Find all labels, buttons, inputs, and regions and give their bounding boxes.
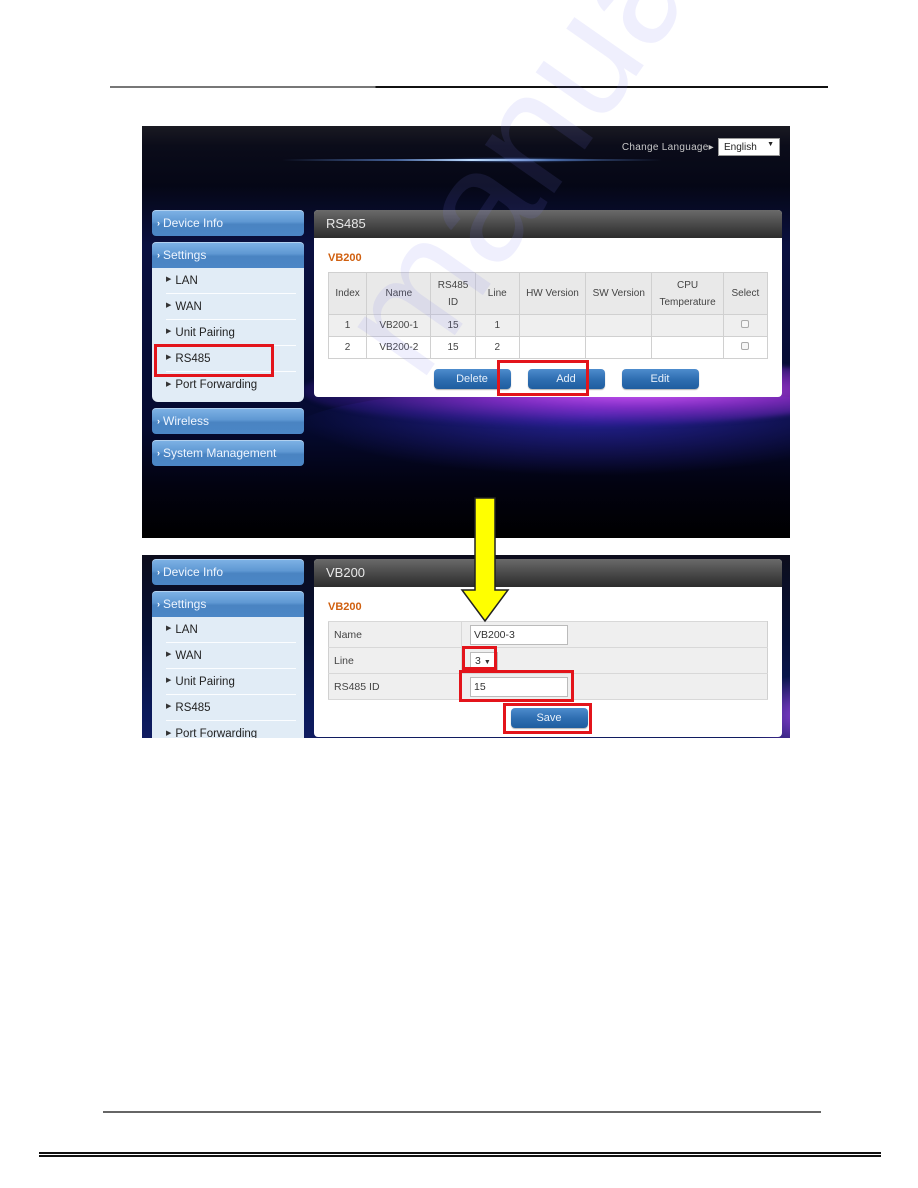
name-input[interactable]: VB200-3 — [470, 624, 568, 645]
form-row-rs485-id: RS485 ID 15 — [328, 673, 768, 700]
add-button[interactable]: Add — [527, 369, 605, 389]
triangle-right-icon: ▶ — [166, 625, 172, 632]
vb200-form: Name VB200-3 Line 3 ▼ RS485 ID 15 — [328, 621, 768, 700]
table-row[interactable]: 2 VB200-2 15 2 — [327, 336, 769, 359]
sidebar-item-settings[interactable]: › Settings — [152, 591, 304, 617]
submenu-item-wan[interactable]: ▶ WAN — [166, 643, 296, 669]
settings-submenu: ▶ LAN ▶ WAN ▶ Unit Pairing ▶ RS485 ▶ Port For… — [152, 268, 304, 402]
column-header: Name — [366, 272, 432, 315]
triangle-right-icon: ▶ — [166, 354, 172, 361]
submenu-item-lan[interactable]: ▶ LAN — [166, 617, 296, 643]
submenu-item-lan[interactable]: ▶ LAN — [166, 268, 296, 294]
triangle-right-icon: ▶ — [166, 677, 172, 684]
triangle-right-icon: ▶ — [166, 328, 172, 335]
select-checkbox[interactable] — [741, 320, 750, 328]
vb200-panel: VB200 VB200 Name VB200-3 Line 3 ▼ RS485 I… — [314, 559, 782, 737]
panel-title: VB200 — [314, 559, 782, 587]
page-footer-rule — [103, 1111, 821, 1113]
sidebar: › Device Info › Settings ▶ LAN ▶ WAN ▶ Unit P… — [152, 559, 304, 738]
rs485-list-screenshot: Change Language▸ English ▼ › Device Info ›… — [142, 126, 790, 538]
cell-line: 2 — [474, 336, 520, 359]
panel-title: RS485 — [314, 210, 782, 238]
chevron-right-icon: › — [157, 416, 160, 426]
column-header: RS485 ID — [430, 272, 476, 315]
cell-sw-version — [585, 314, 653, 337]
select-checkbox[interactable] — [741, 342, 750, 350]
submenu-item-wan[interactable]: ▶ WAN — [166, 294, 296, 320]
save-button[interactable]: Save — [510, 708, 588, 728]
chevron-down-icon: ▼ — [483, 658, 491, 666]
sidebar-item-settings[interactable]: › Settings — [152, 242, 304, 268]
cell-name: VB200-1 — [366, 314, 432, 337]
cell-rs485-id: 15 — [430, 336, 476, 359]
triangle-right-icon: ▶ — [166, 729, 172, 737]
triangle-right-icon: ▶ — [166, 703, 172, 710]
submenu-item-unit-pairing[interactable]: ▶ Unit Pairing — [166, 320, 296, 346]
cell-sw-version — [585, 336, 653, 359]
rs485-id-label: RS485 ID — [328, 673, 462, 700]
section-title: VB200 — [328, 601, 362, 613]
language-switcher: Change Language▸ English ▼ — [622, 138, 780, 156]
column-header: CPU Temperature — [651, 272, 724, 315]
name-label: Name — [328, 621, 462, 648]
save-row: Save — [314, 708, 782, 728]
column-header: HW Version — [518, 272, 587, 315]
edit-button[interactable]: Edit — [621, 369, 699, 389]
sidebar-item-device-info[interactable]: › Device Info — [152, 559, 304, 585]
cell-line: 1 — [474, 314, 520, 337]
cell-rs485-id: 15 — [430, 314, 476, 337]
submenu-item-rs485[interactable]: ▶ RS485 — [166, 346, 296, 372]
cell-index: 2 — [327, 336, 368, 359]
column-header: Line — [474, 272, 520, 315]
column-header: SW Version — [585, 272, 653, 315]
cell-cpu-temperature — [651, 314, 724, 337]
cell-name: VB200-2 — [366, 336, 432, 359]
chevron-right-icon: › — [157, 599, 160, 609]
cell-hw-version — [518, 314, 587, 337]
page-footer-double-rule — [39, 1152, 881, 1157]
submenu-item-port-forwarding[interactable]: ▶ Port Forwarding — [166, 721, 296, 738]
settings-submenu: ▶ LAN ▶ WAN ▶ Unit Pairing ▶ RS485 ▶ Port For… — [152, 617, 304, 738]
delete-button[interactable]: Delete — [433, 369, 511, 389]
change-language-label: Change Language▸ — [621, 141, 714, 153]
action-buttons: Delete Add Edit — [314, 369, 782, 389]
language-select[interactable]: English ▼ — [718, 138, 780, 156]
section-title: VB200 — [328, 252, 362, 264]
form-row-name: Name VB200-3 — [328, 621, 768, 648]
table-row[interactable]: 1 VB200-1 15 1 — [327, 314, 769, 337]
column-header: Index — [327, 272, 368, 315]
submenu-item-unit-pairing[interactable]: ▶ Unit Pairing — [166, 669, 296, 695]
sidebar-item-device-info[interactable]: › Device Info — [152, 210, 304, 236]
page-header-rule — [110, 86, 828, 88]
device-table: Index Name RS485 ID Line HW Version SW V… — [327, 272, 769, 359]
cell-index: 1 — [327, 314, 368, 337]
form-row-line: Line 3 ▼ — [328, 647, 768, 674]
triangle-right-icon: ▶ — [166, 651, 172, 658]
line-select[interactable]: 3 ▼ — [470, 651, 498, 670]
sidebar-item-wireless[interactable]: › Wireless — [152, 408, 304, 434]
chevron-right-icon: › — [157, 250, 160, 260]
arrow-down-icon — [460, 497, 510, 623]
chevron-right-icon: › — [157, 448, 160, 458]
chevron-down-icon: ▼ — [767, 141, 774, 148]
cell-select — [722, 336, 769, 359]
submenu-item-rs485[interactable]: ▶ RS485 — [166, 695, 296, 721]
sidebar: › Device Info › Settings ▶ LAN ▶ WAN ▶ Unit P… — [152, 210, 304, 472]
sidebar-item-system-management[interactable]: › System Management — [152, 440, 304, 466]
submenu-item-port-forwarding[interactable]: ▶ Port Forwarding — [166, 372, 296, 398]
rs485-id-input[interactable]: 15 — [470, 676, 568, 697]
triangle-right-icon: ▶ — [166, 380, 172, 388]
chevron-right-icon: › — [157, 218, 160, 228]
cell-hw-version — [518, 336, 587, 359]
rs485-panel: RS485 VB200 Index Name RS485 ID Line HW … — [314, 210, 782, 397]
line-label: Line — [328, 647, 462, 674]
triangle-right-icon: ▶ — [166, 302, 172, 309]
cell-select — [722, 314, 769, 337]
chevron-right-icon: › — [157, 567, 160, 577]
light-streak — [282, 159, 662, 161]
cell-cpu-temperature — [651, 336, 724, 359]
triangle-right-icon: ▶ — [166, 276, 172, 283]
table-header-row: Index Name RS485 ID Line HW Version SW V… — [327, 272, 769, 315]
column-header: Select — [722, 272, 769, 315]
